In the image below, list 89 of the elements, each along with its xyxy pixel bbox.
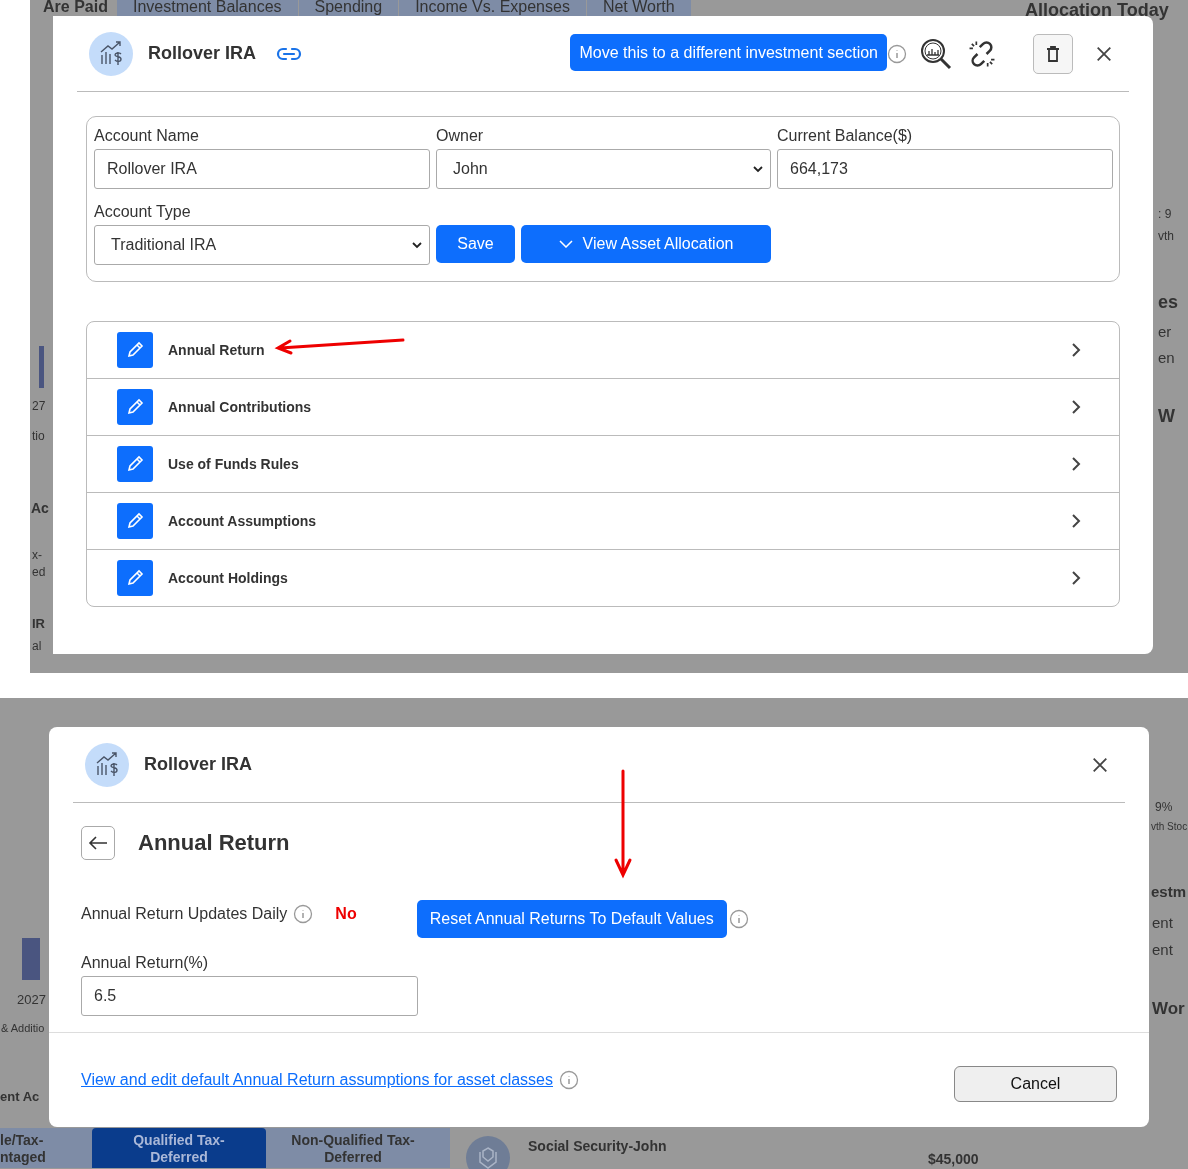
select-field[interactable]: John	[436, 149, 771, 189]
section-row[interactable]: Annual Return	[87, 322, 1119, 378]
background-text: en	[1158, 349, 1175, 366]
background-text: vth Stoc	[1151, 821, 1188, 832]
input-field[interactable]: Rollover IRA	[94, 149, 430, 189]
background-text: tio	[32, 429, 45, 443]
defaults-link[interactable]: View and edit default Annual Return assumptions for asset classes	[81, 1071, 553, 1089]
select-field[interactable]: Traditional IRA	[94, 225, 430, 265]
background-text: 2027	[17, 992, 46, 1007]
section-title: Annual Return	[138, 830, 290, 856]
background-text: ent Ac	[0, 1089, 40, 1104]
field-label: Account Type	[94, 203, 192, 221]
reset-button[interactable]: Reset Annual Returns To Default Values	[416, 900, 727, 938]
section-label: Account Holdings	[168, 570, 288, 586]
background-text: : 9	[1158, 207, 1172, 221]
chevron-right-icon	[1071, 342, 1081, 358]
hands-shield-icon	[466, 1136, 510, 1169]
background-text: ed	[32, 565, 46, 579]
pencil-icon	[117, 332, 153, 368]
delete-button[interactable]	[1033, 33, 1073, 74]
page-heading: Are Paid	[43, 0, 108, 16]
input-field[interactable]: 664,173	[777, 149, 1113, 189]
magnifier-chart-icon[interactable]	[919, 36, 953, 71]
back-arrow-icon	[88, 835, 108, 851]
chevron-right-icon	[1071, 513, 1081, 529]
field-label: Account Name	[94, 127, 200, 145]
background-text: Wor	[1152, 999, 1185, 1019]
chevron-right-icon	[1071, 570, 1081, 586]
back-button[interactable]	[81, 826, 115, 860]
background-text: x-	[32, 548, 42, 562]
section-label: Use of Funds Rules	[168, 456, 299, 472]
background-text: IR	[32, 616, 45, 631]
background-text: al	[32, 639, 42, 653]
info-icon[interactable]	[728, 909, 749, 929]
save-button[interactable]: Save	[436, 225, 515, 263]
close-icon[interactable]	[1095, 44, 1113, 63]
page-tab[interactable]: Non-Qualified Tax- Deferred	[278, 1128, 428, 1168]
view-allocation-button[interactable]: View Asset Allocation	[521, 225, 771, 263]
field-label: Annual Return Updates Daily	[81, 905, 288, 923]
chart-bar	[39, 346, 44, 388]
section-label: Annual Contributions	[168, 399, 312, 415]
field-label: Annual Return(%)	[81, 954, 210, 972]
section-label: Account Assumptions	[168, 513, 317, 529]
background-text: es	[1158, 292, 1179, 313]
chart-dollar-icon	[89, 31, 133, 76]
info-icon[interactable]	[887, 43, 907, 64]
info-icon[interactable]	[293, 904, 314, 924]
background-text: ent	[1152, 914, 1173, 931]
page-tab[interactable]: Qualified Tax- Deferred	[92, 1128, 266, 1168]
background-text: Allocation Today	[1025, 0, 1169, 21]
chevron-down-icon	[558, 240, 573, 248]
section-row[interactable]: Use of Funds Rules	[87, 435, 1119, 492]
background-text: Social Security-John	[528, 1138, 667, 1154]
caret-icon	[752, 165, 764, 173]
background-text: er	[1158, 323, 1172, 340]
background-text: 27	[32, 399, 46, 413]
info-icon[interactable]	[559, 1070, 579, 1090]
close-icon[interactable]	[1091, 755, 1109, 774]
background-text: ent	[1152, 941, 1173, 958]
background-text: vth	[1158, 229, 1174, 243]
cancel-button[interactable]: Cancel	[954, 1066, 1117, 1102]
section-label: Annual Return	[168, 342, 265, 358]
section-row[interactable]: Account Holdings	[87, 549, 1119, 606]
chart-bar	[22, 938, 40, 980]
background-text: Ac	[31, 500, 49, 516]
input-field[interactable]: 6.5	[81, 976, 418, 1016]
section-row[interactable]: Annual Contributions	[87, 378, 1119, 435]
chart-dollar-icon	[85, 742, 129, 787]
link-icon[interactable]	[276, 45, 303, 62]
pencil-icon	[117, 503, 153, 539]
pencil-icon	[117, 446, 153, 482]
background-text: estm	[1151, 883, 1187, 900]
caret-icon	[411, 241, 423, 249]
background-text: $45,000	[928, 1151, 979, 1167]
modal-title: Rollover IRA	[144, 754, 253, 775]
chevron-right-icon	[1071, 456, 1081, 472]
modal-title: Rollover IRA	[148, 43, 257, 64]
section-row[interactable]: Account Assumptions	[87, 492, 1119, 549]
status-value: No	[335, 905, 357, 923]
background-text: & Additio	[1, 1022, 45, 1034]
pencil-icon	[117, 389, 153, 425]
field-label: Current Balance($)	[777, 127, 914, 145]
pencil-icon	[117, 560, 153, 596]
chevron-right-icon	[1071, 399, 1081, 415]
page-tab[interactable]: le/Tax- ntaged	[0, 1128, 80, 1168]
background-text: 9%	[1155, 800, 1173, 814]
move-section-button[interactable]: Move this to a different investment section	[570, 34, 887, 71]
field-label: Owner	[436, 127, 485, 145]
background-text: W	[1158, 406, 1175, 427]
